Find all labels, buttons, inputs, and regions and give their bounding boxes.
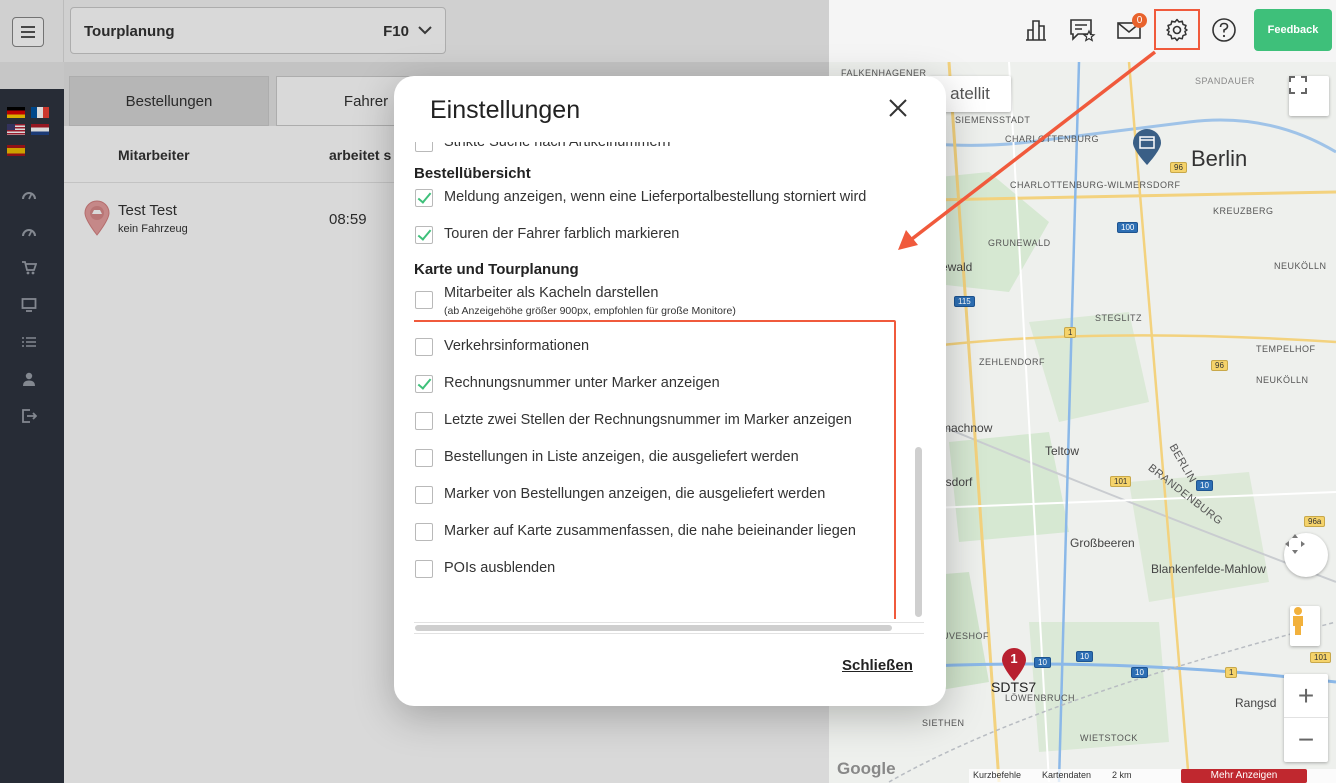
more-button[interactable]: Mehr Anzeigen bbox=[1181, 769, 1307, 783]
gear-icon bbox=[1166, 18, 1188, 42]
road-shield: 1 bbox=[1225, 667, 1238, 678]
option-label: Meldung anzeigen, wenn eine Lieferportal… bbox=[444, 189, 867, 205]
checkbox-checked[interactable] bbox=[415, 226, 433, 244]
checkbox-checked[interactable] bbox=[415, 189, 433, 207]
road-shield: 10 bbox=[1196, 480, 1213, 491]
close-button[interactable]: Schließen bbox=[842, 657, 913, 674]
road-shield: 100 bbox=[1117, 222, 1139, 233]
road-shield: 96 bbox=[1211, 360, 1228, 371]
horizontal-scrollbar[interactable] bbox=[414, 622, 924, 634]
settings-dialog: Einstellungen Strikte Suche nach Artikel… bbox=[394, 76, 946, 706]
road-shield: 115 bbox=[954, 296, 975, 307]
checkbox[interactable] bbox=[415, 291, 433, 309]
map-label: NEUKÖLLN bbox=[1274, 261, 1327, 271]
street-view-button[interactable] bbox=[1290, 606, 1320, 646]
road-shield: 10 bbox=[1131, 667, 1148, 678]
order-marker-number: 1 bbox=[1010, 651, 1018, 666]
map-label: NEUKÖLLN bbox=[1256, 375, 1309, 385]
map-label: machnow bbox=[941, 421, 993, 435]
settings-scroll-area[interactable]: Strikte Suche nach Artikelnummern Bestel… bbox=[414, 142, 906, 619]
option-label: Letzte zwei Stellen der Rechnungsnummer … bbox=[444, 412, 852, 428]
reviews-button[interactable] bbox=[1067, 14, 1097, 46]
checkbox[interactable] bbox=[415, 142, 433, 152]
dialog-title: Einstellungen bbox=[430, 96, 581, 124]
road-shield: 96 bbox=[1170, 162, 1187, 173]
map-label: CHARLOTTENBURG-WILMERSDORF bbox=[1010, 180, 1181, 190]
checkbox[interactable] bbox=[415, 523, 433, 541]
road-shield: 10 bbox=[1076, 651, 1093, 662]
road-shield: 10 bbox=[1034, 657, 1051, 668]
map-label: TEMPELHOF bbox=[1256, 344, 1316, 354]
help-button[interactable] bbox=[1209, 14, 1239, 46]
option-sublabel: (ab Anzeigehöhe größer 900px, empfohlen … bbox=[444, 305, 736, 317]
bar-chart-icon bbox=[1026, 20, 1046, 41]
option-label: Touren der Fahrer farblich markieren bbox=[444, 226, 680, 242]
road-shield: 96a bbox=[1304, 516, 1326, 527]
map-footer: Kurzbefehle Kartendaten 2 km Mehr Anzeig… bbox=[969, 769, 1336, 783]
option-label: Rechnungsnummer unter Marker anzeigen bbox=[444, 375, 720, 391]
map-label: GRUNEWALD bbox=[988, 238, 1051, 248]
checkbox[interactable] bbox=[415, 560, 433, 578]
map-label: SIEMENSSTADT bbox=[955, 115, 1031, 125]
road-shield: 101 bbox=[1310, 652, 1332, 663]
scrollbar-thumb[interactable] bbox=[415, 625, 892, 631]
shortcuts-link[interactable]: Kurzbefehle bbox=[973, 770, 1021, 780]
map-label: Blankenfelde-Mahlow bbox=[1151, 562, 1266, 576]
map-label: Teltow bbox=[1045, 444, 1080, 458]
map-label: KREUZBERG bbox=[1213, 206, 1274, 216]
more-label: Mehr Anzeigen bbox=[1210, 770, 1278, 781]
map-label-city: Berlin bbox=[1191, 146, 1248, 171]
zoom-in-button[interactable]: + bbox=[1284, 674, 1328, 718]
checkbox[interactable] bbox=[415, 486, 433, 504]
map-label: WIETSTOCK bbox=[1080, 733, 1138, 743]
map-label: STEGLITZ bbox=[1095, 313, 1143, 323]
checkbox[interactable] bbox=[415, 449, 433, 467]
road-shield: 101 bbox=[1110, 476, 1132, 487]
rating-chat-icon bbox=[1070, 19, 1096, 42]
pegman-icon bbox=[1293, 607, 1303, 635]
statistics-button[interactable] bbox=[1021, 14, 1051, 46]
checkbox[interactable] bbox=[415, 338, 433, 356]
close-icon[interactable] bbox=[885, 95, 911, 121]
option-label: Strikte Suche nach Artikelnummern bbox=[444, 142, 671, 150]
order-marker-label: SDTS7 bbox=[991, 679, 1037, 695]
option-label: Marker auf Karte zusammenfassen, die nah… bbox=[444, 523, 856, 539]
help-icon bbox=[1212, 18, 1236, 42]
scrollbar-thumb[interactable] bbox=[915, 447, 922, 617]
zoom-out-button[interactable]: − bbox=[1284, 718, 1328, 762]
settings-button[interactable] bbox=[1162, 14, 1192, 46]
fullscreen-icon bbox=[1289, 76, 1307, 94]
section-title: Bestellübersicht bbox=[414, 165, 531, 182]
map-pan-button[interactable] bbox=[1284, 533, 1328, 577]
map-label: ZEHLENDORF bbox=[979, 357, 1046, 367]
map-label: Großbeeren bbox=[1070, 536, 1135, 550]
satellite-label: atellit bbox=[950, 84, 990, 103]
map-label: SIETHEN bbox=[922, 718, 965, 728]
map-label: SPANDAUER bbox=[1195, 76, 1255, 86]
option-label: Marker von Bestellungen anzeigen, die au… bbox=[444, 486, 826, 502]
feedback-button[interactable]: Feedback bbox=[1254, 9, 1332, 51]
fullscreen-button[interactable] bbox=[1289, 76, 1329, 116]
mail-count-badge: 0 bbox=[1132, 13, 1147, 28]
map-label: Rangsd bbox=[1235, 696, 1277, 710]
road-shield: 1 bbox=[1064, 327, 1077, 338]
section-title: Karte und Tourplanung bbox=[414, 261, 579, 278]
map-data-link[interactable]: Kartendaten bbox=[1042, 770, 1091, 780]
checkbox[interactable] bbox=[415, 412, 433, 430]
scale-label: 2 km bbox=[1112, 770, 1132, 780]
option-label: Verkehrsinformationen bbox=[444, 338, 590, 354]
option-label: Bestellungen in Liste anzeigen, die ausg… bbox=[444, 449, 799, 465]
vertical-scrollbar[interactable] bbox=[914, 142, 924, 617]
map-label: CHARLOTTENBURG bbox=[1005, 134, 1100, 144]
pan-arrows-icon bbox=[1285, 534, 1305, 554]
option-label: Mitarbeiter als Kacheln darstellen bbox=[444, 285, 659, 301]
google-logo: Google bbox=[837, 759, 896, 778]
option-label: POIs ausblenden bbox=[444, 560, 556, 576]
zoom-controls: + − bbox=[1284, 674, 1328, 762]
checkbox-checked[interactable] bbox=[415, 375, 433, 393]
